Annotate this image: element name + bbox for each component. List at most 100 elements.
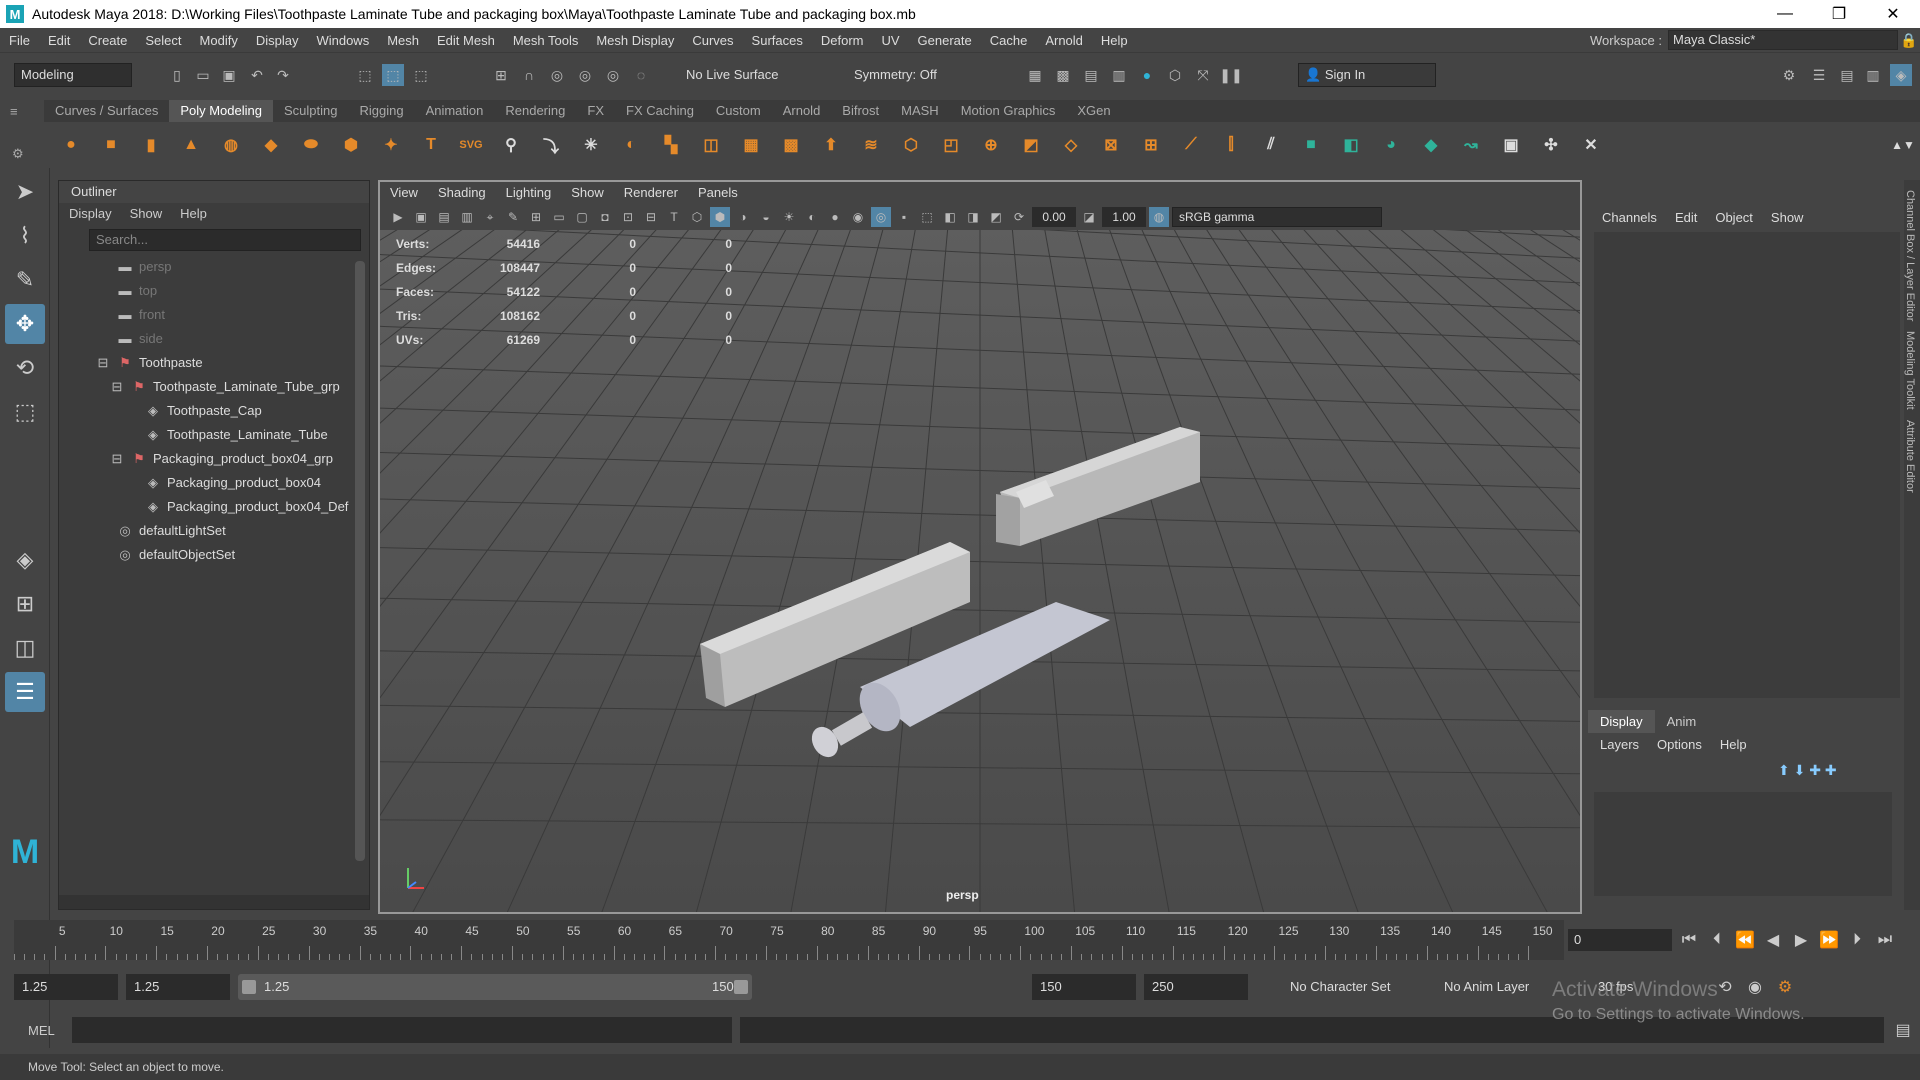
field-chart-icon[interactable]: ⊡ [618, 207, 638, 227]
outliner-search-input[interactable]: Search... [89, 229, 361, 251]
shelf-tab-motion-graphics[interactable]: Motion Graphics [950, 100, 1067, 122]
outliner-item[interactable]: ▬ top [59, 279, 369, 303]
wireframe-on-shaded-icon[interactable]: ◑ [733, 207, 753, 227]
viewport-menu-view[interactable]: View [380, 182, 428, 204]
auto-key-icon[interactable]: ◉ [1744, 977, 1766, 997]
sign-in-button[interactable]: 👤 Sign In [1298, 63, 1436, 87]
expand-toggle-icon[interactable]: ⊟ [95, 351, 111, 375]
image-plane-icon[interactable]: ▥ [457, 207, 477, 227]
sculpt-icon[interactable]: ⚲ [494, 128, 528, 162]
outliner-menu-help[interactable]: Help [180, 203, 207, 225]
view-transform-dropdown[interactable]: sRGB gamma [1172, 207, 1382, 227]
shelf-tab-poly-modeling[interactable]: Poly Modeling [169, 100, 273, 122]
platonic-solid-icon[interactable]: ⬢ [334, 128, 368, 162]
menu-mesh-display[interactable]: Mesh Display [587, 33, 683, 48]
shelf-settings-icon[interactable]: ⚙ [12, 146, 24, 162]
boolean-icon[interactable]: ⊕ [974, 128, 1008, 162]
move-layer-down-icon[interactable]: ⬇ [1794, 762, 1806, 778]
select-hierarchy-icon[interactable]: ⬚ [354, 64, 376, 86]
light-editor-icon[interactable]: ⤧ [1192, 64, 1214, 86]
paint-select-tool-icon[interactable]: ✎ [5, 260, 45, 300]
gamma-field[interactable]: 1.00 [1102, 207, 1146, 227]
outliner-layout-icon[interactable]: ☰ [5, 672, 45, 712]
outliner-menu-show[interactable]: Show [130, 203, 163, 225]
grease-pencil-icon[interactable]: ✎ [503, 207, 523, 227]
side-by-side-layout-icon[interactable]: ◫ [5, 628, 45, 668]
outliner-item[interactable]: ⊟ ⚑ Toothpaste [59, 351, 369, 375]
modeling-toolkit-toggle-icon[interactable]: ⚙ [1778, 64, 1800, 86]
channel-box-toggle-icon[interactable]: ▥ [1862, 64, 1884, 86]
ipr-render-icon[interactable]: ▤ [1080, 64, 1102, 86]
xray-components-icon[interactable]: ◩ [986, 207, 1006, 227]
poly-sphere-icon[interactable]: ● [54, 128, 88, 162]
shelf-tab-xgen[interactable]: XGen [1066, 100, 1121, 122]
select-tool-icon[interactable]: ➤ [5, 172, 45, 212]
safe-title-icon[interactable]: T [664, 207, 684, 227]
uv-planar-icon[interactable]: ■ [1294, 128, 1328, 162]
menu-select[interactable]: Select [136, 33, 190, 48]
snap-edge-icon[interactable]: ◌ [630, 64, 652, 86]
outliner-item[interactable]: ▬ persp [59, 255, 369, 279]
xray-joints-icon[interactable]: ◨ [963, 207, 983, 227]
open-scene-icon[interactable]: ▭ [192, 64, 214, 86]
super-shape-icon[interactable]: ✦ [374, 128, 408, 162]
scale-tool-icon[interactable]: ⬚ [5, 392, 45, 432]
select-component-icon[interactable]: ⬚ [410, 64, 432, 86]
resolution-gate-icon[interactable]: ▢ [572, 207, 592, 227]
time-slider[interactable]: 5 10 15 20 25 30 35 40 45 50 55 60 65 70 75 80 85 90 95 100… [14, 920, 1564, 960]
range-slider[interactable]: 1.25 150 [238, 974, 752, 1000]
outliner-vertical-scrollbar[interactable] [355, 261, 365, 861]
bevel-edge-icon[interactable]: ◇ [1054, 128, 1088, 162]
character-set-dropdown[interactable]: No Character Set [1282, 974, 1428, 1000]
render-setup-icon[interactable]: ⬡ [1164, 64, 1186, 86]
menu-cache[interactable]: Cache [981, 33, 1037, 48]
outliner-horizontal-scrollbar[interactable] [59, 895, 369, 909]
snap-point-icon[interactable]: ◎ [546, 64, 568, 86]
depth-of-field-icon[interactable]: ▪ [894, 207, 914, 227]
perspective-viewport[interactable]: View Shading Lighting Show Renderer Pane… [378, 180, 1582, 914]
render-settings-icon[interactable]: ▥ [1108, 64, 1130, 86]
new-layer-selected-icon[interactable]: ✚ [1825, 762, 1837, 778]
menu-help[interactable]: Help [1092, 33, 1137, 48]
tool-settings-toggle-icon[interactable]: ▤ [1836, 64, 1858, 86]
menu-curves[interactable]: Curves [683, 33, 742, 48]
offset-edge-loop-icon[interactable]: ⫽ [1254, 128, 1288, 162]
quadrangulate-icon[interactable]: ⊞ [1134, 128, 1168, 162]
layer-tab-display[interactable]: Display [1588, 710, 1655, 733]
side-tab-channel-box[interactable]: Channel Box / Layer Editor [1904, 190, 1916, 321]
play-forwards-icon[interactable]: ▶ [1790, 930, 1812, 950]
select-object-icon[interactable]: ⬚ [382, 64, 404, 86]
combine-icon[interactable]: ◐ [614, 128, 648, 162]
new-scene-icon[interactable]: ▯ [166, 64, 188, 86]
soft-select-icon[interactable]: ⤵ [534, 128, 568, 162]
move-layer-up-icon[interactable]: ⬆ [1778, 762, 1790, 778]
side-tab-attribute-editor[interactable]: Attribute Editor [1904, 420, 1916, 493]
shelf-menu-icon[interactable]: ≡ [10, 104, 18, 119]
single-perspective-layout-icon[interactable]: ◈ [5, 540, 45, 580]
xray-icon[interactable]: ◧ [940, 207, 960, 227]
shelf-tab-sculpting[interactable]: Sculpting [273, 100, 348, 122]
motion-blur-icon[interactable]: ◉ [848, 207, 868, 227]
color-management-icon[interactable]: ◍ [1149, 207, 1169, 227]
render-view-icon[interactable]: ▦ [1024, 64, 1046, 86]
side-tab-modeling-toolkit[interactable]: Modeling Toolkit [1904, 331, 1916, 410]
insert-edge-loop-icon[interactable]: ⫿ [1214, 128, 1248, 162]
menu-uv[interactable]: UV [872, 33, 908, 48]
expand-toggle-icon[interactable]: ⊟ [109, 447, 125, 471]
snap-view-icon[interactable]: ◎ [574, 64, 596, 86]
shelf-tab-arnold[interactable]: Arnold [772, 100, 832, 122]
outliner-item[interactable]: ⊟ ⚑ Packaging_product_box04_grp [59, 447, 369, 471]
camera-attributes-icon[interactable]: ▣ [411, 207, 431, 227]
menu-file[interactable]: File [0, 33, 39, 48]
exposure-icon[interactable]: ⟳ [1009, 207, 1029, 227]
channel-box-menu-show[interactable]: Show [1771, 210, 1804, 225]
lock-icon[interactable]: 🔒 [1898, 29, 1920, 51]
menu-surfaces[interactable]: Surfaces [743, 33, 812, 48]
menu-edit-mesh[interactable]: Edit Mesh [428, 33, 504, 48]
animation-start-field[interactable]: 1.25 [14, 974, 118, 1000]
outliner-item[interactable]: ▬ front [59, 303, 369, 327]
menu-set-dropdown[interactable]: Modeling [14, 63, 132, 87]
outliner-item[interactable]: ◎ defaultObjectSet [59, 543, 369, 567]
outliner-item[interactable]: ▬ side [59, 327, 369, 351]
animation-end-field[interactable]: 250 [1144, 974, 1248, 1000]
